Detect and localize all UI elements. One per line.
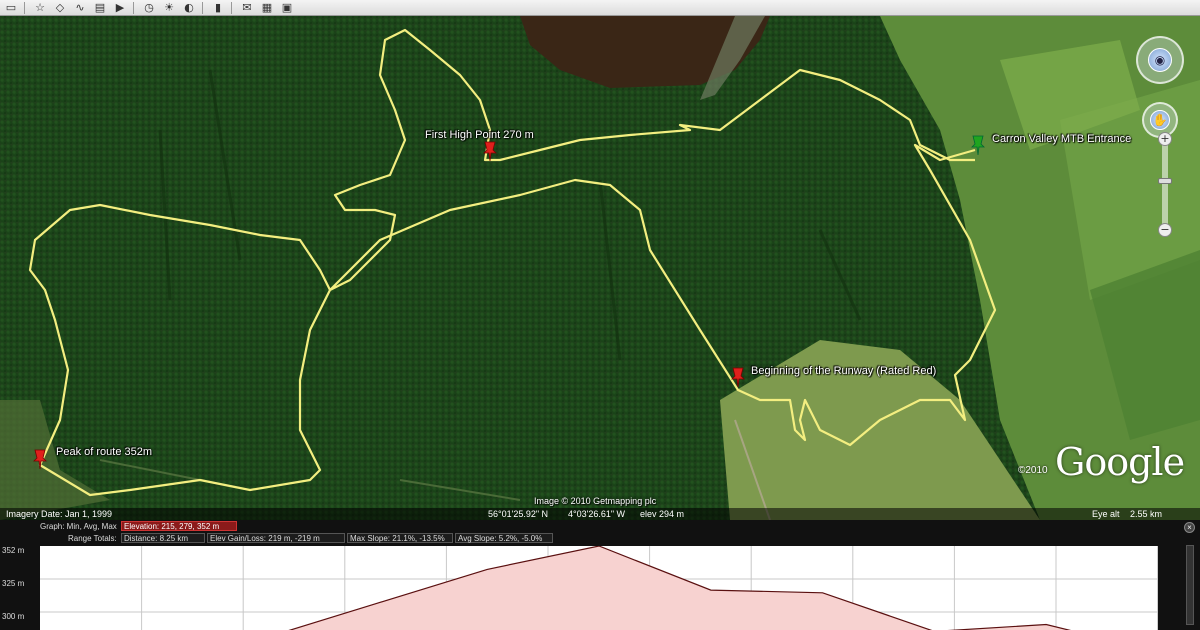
zoom-slider-thumb[interactable] [1158,178,1172,184]
placemark-icon[interactable]: ☆ [31,1,49,15]
elevation-summary-box[interactable]: Elevation: 215, 279, 352 m [121,521,237,531]
elevation-summary: Elevation: 215, 279, 352 m [124,522,220,531]
elev-gain-loss-value: Elev Gain/Loss: 219 m, -219 m [210,534,320,543]
history-icon[interactable]: ◷ [140,1,158,15]
toolbar-divider [133,1,134,14]
sun-icon[interactable]: ☀ [160,1,178,15]
email-icon[interactable]: ✉ [238,1,256,15]
latitude-readout: 56°01'25.92" N [488,509,549,519]
close-icon[interactable]: × [1184,522,1195,533]
y-tick-label: 325 m [2,579,25,588]
green-pushpin-icon[interactable] [970,134,986,156]
placemark-label-runway[interactable]: Beginning of the Runway (Rated Red) [751,365,936,377]
distance-box: Distance: 8.25 km [121,533,205,543]
path-icon[interactable]: ∿ [71,1,89,15]
toolbar-divider [202,1,203,14]
distance-value: Distance: 8.25 km [124,534,189,543]
satellite-imagery [0,16,1200,520]
elevation-readout: elev 294 m [640,509,685,519]
y-tick-label: 300 m [2,612,25,621]
imagery-credit: Image © 2010 Getmapping plc [534,496,657,506]
zoom-slider[interactable] [1162,137,1168,235]
overlay-icon[interactable]: ▤ [91,1,109,15]
max-slope-value: Max Slope: 21.1%, -13.5% [350,534,445,543]
avg-slope-value: Avg Slope: 5.2%, -5.0% [458,534,543,543]
elevation-area [290,546,1069,630]
toolbar-divider [24,1,25,14]
zoom-in-button[interactable]: + [1158,132,1172,146]
tour-icon[interactable]: ▶ [111,1,129,15]
eye-alt-value: 2.55 km [1130,509,1163,519]
red-pushpin-icon[interactable] [32,448,48,470]
eye-icon[interactable]: ◉ [1148,48,1172,72]
placemark-label-mtb-entrance[interactable]: Carron Valley MTB Entrance [992,133,1131,145]
longitude-readout: 4°03'26.61" W [568,509,626,519]
sidebar-icon[interactable]: ▭ [2,1,20,15]
hand-icon[interactable]: ✋ [1150,110,1170,130]
ruler-icon[interactable]: ▮ [209,1,227,15]
toolbar: ▭ ☆ ◇ ∿ ▤ ▶ ◷ ☀ ◐ ▮ ✉ ▦ ▣ [0,0,1200,16]
maps-icon[interactable]: ▣ [278,1,296,15]
red-pushpin-icon[interactable] [730,366,746,388]
elevation-graph[interactable] [40,545,1159,630]
graph-label: Graph: Min, Avg, Max [40,522,117,531]
eye-alt-label: Eye alt [1092,509,1120,519]
placemark-label-peak[interactable]: Peak of route 352m [56,446,152,458]
zoom-out-button[interactable]: − [1158,223,1172,237]
planet-icon[interactable]: ◐ [180,1,198,15]
satellite-map-view[interactable]: First High Point 270 m Carron Valley MTB… [0,16,1200,520]
panel-scrollbar[interactable] [1186,545,1194,625]
max-slope-box: Max Slope: 21.1%, -13.5% [347,533,453,543]
placemark-label-first-high-point[interactable]: First High Point 270 m [425,129,534,141]
status-bar: Imagery Date: Jan 1, 1999 56°01'25.92" N… [0,508,1200,520]
elevation-chart-svg [40,545,1159,630]
polygon-icon[interactable]: ◇ [51,1,69,15]
elev-gain-box: Elev Gain/Loss: 219 m, -219 m [207,533,345,543]
range-totals-label: Range Totals: [68,534,117,543]
avg-slope-box: Avg Slope: 5.2%, -5.0% [455,533,553,543]
toolbar-divider [231,1,232,14]
imagery-date: Imagery Date: Jan 1, 1999 [6,509,113,519]
google-logo: Google [1055,440,1185,484]
red-pushpin-icon[interactable] [482,140,498,162]
print-icon[interactable]: ▦ [258,1,276,15]
y-tick-label: 352 m [2,546,25,555]
copyright-year: ©2010 [1018,465,1048,476]
